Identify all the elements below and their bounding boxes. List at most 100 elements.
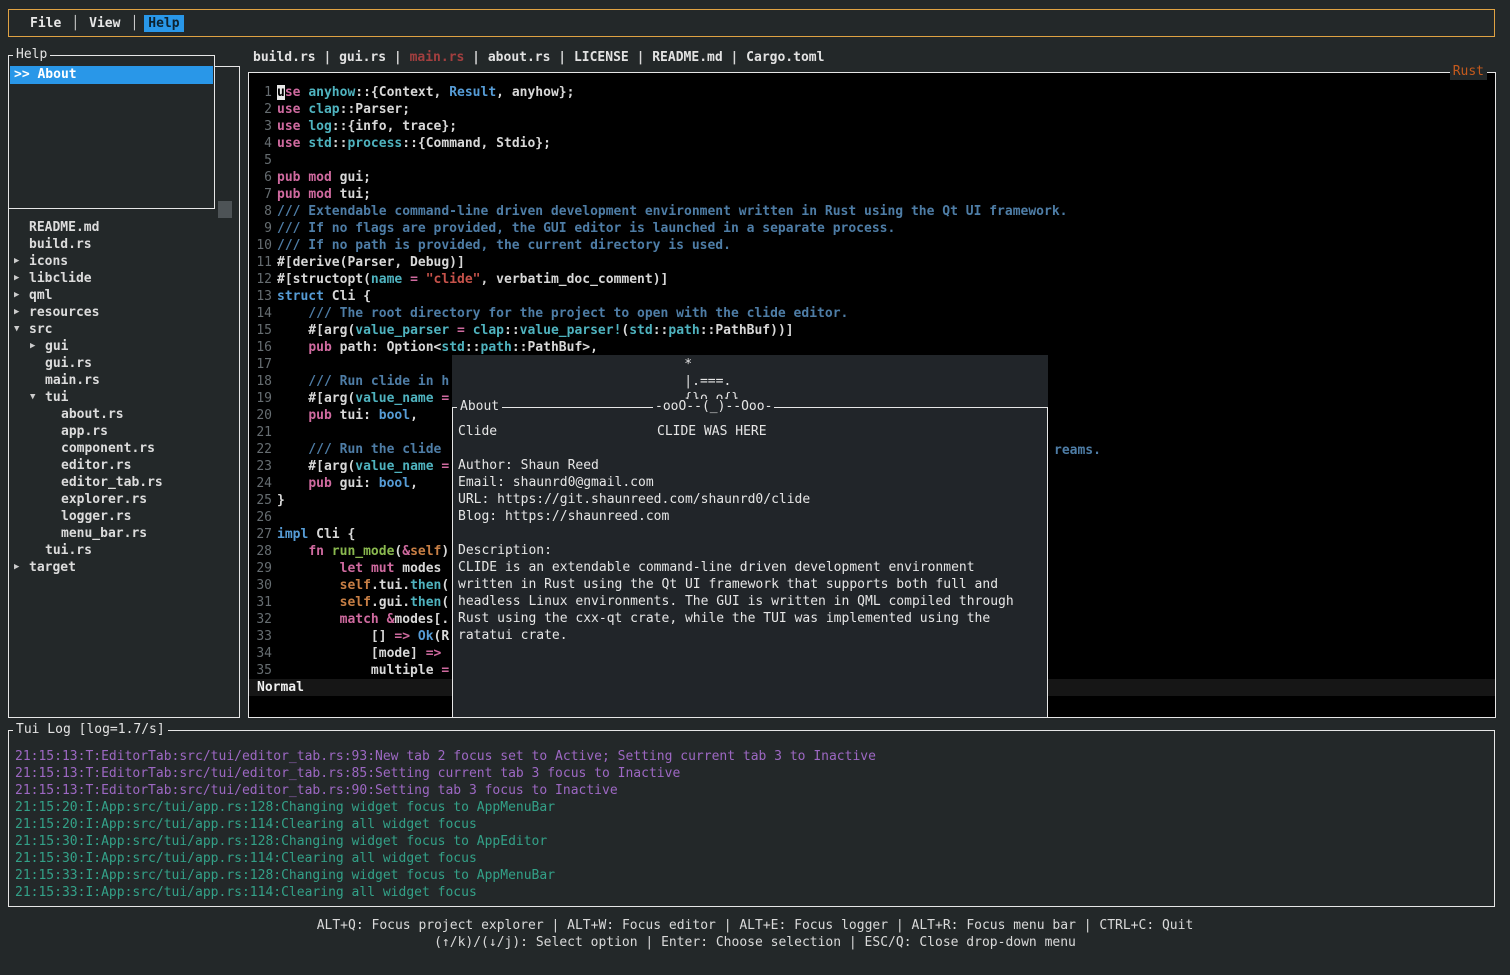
tree-item-menu-bar-rs[interactable]: menu_bar.rs	[9, 525, 239, 542]
line-number: 8	[255, 203, 272, 220]
tree-item-label: app.rs	[61, 423, 108, 440]
log-panel: Tui Log [log=1.7/s] 21:15:13:T:EditorTab…	[8, 730, 1495, 907]
code-line-1[interactable]: 1 use anyhow::{Context, Result, anyhow};	[255, 84, 1494, 101]
tab-about-rs[interactable]: about.rs	[488, 50, 551, 65]
tree-item-logger-rs[interactable]: logger.rs	[9, 508, 239, 525]
tree-item-gui[interactable]: ▶gui	[9, 338, 239, 355]
menu-item-file[interactable]: File	[26, 15, 65, 32]
code-line-14[interactable]: 14 /// The root directory for the projec…	[255, 305, 1494, 322]
popup-info-line: Author: Shaun Reed	[458, 457, 1044, 474]
popup-tagline: CLIDE WAS HERE	[657, 423, 767, 440]
code-text: pub path: Option<std::path::PathBuf>,	[277, 340, 598, 355]
log-entry: 21:15:33:I:App:src/tui/app.rs:114:Cleari…	[15, 884, 1492, 901]
line-number: 2	[255, 101, 272, 118]
selection-marker-icon: >>	[14, 67, 37, 82]
code-text: #[structopt(name = "clide", verbatim_doc…	[277, 272, 668, 287]
code-line-3[interactable]: 3use log::{info, trace};	[255, 118, 1494, 135]
code-line-2[interactable]: 2use clap::Parser;	[255, 101, 1494, 118]
log-entry: 21:15:20:I:App:src/tui/app.rs:114:Cleari…	[15, 816, 1492, 833]
log-entries: 21:15:13:T:EditorTab:src/tui/editor_tab.…	[15, 748, 1492, 901]
tree-item-label: tui.rs	[45, 542, 92, 559]
chevron-right-icon: ▶	[14, 253, 19, 270]
tree-item-label: src	[29, 321, 52, 338]
tree-item-libclide[interactable]: ▶libclide	[9, 270, 239, 287]
tree-item-editor-tab-rs[interactable]: editor_tab.rs	[9, 474, 239, 491]
line-number: 9	[255, 220, 272, 237]
line-number: 28	[255, 543, 272, 560]
code-line-11[interactable]: 11#[derive(Parser, Debug)]	[255, 254, 1494, 271]
popup-info-text: Author: Shaun ReedEmail: shaunrd0@gmail.…	[458, 440, 1044, 644]
tree-item-label: explorer.rs	[61, 491, 147, 508]
code-text: use log::{info, trace};	[277, 119, 457, 134]
tab-main-rs[interactable]: main.rs	[410, 50, 465, 65]
tree-item-app-rs[interactable]: app.rs	[9, 423, 239, 440]
code-line-7[interactable]: 7pub mod tui;	[255, 186, 1494, 203]
code-line-13[interactable]: 13struct Cli {	[255, 288, 1494, 305]
tab-separator: |	[629, 50, 652, 65]
tab-gui-rs[interactable]: gui.rs	[339, 50, 386, 65]
tree-item-editor-rs[interactable]: editor.rs	[9, 457, 239, 474]
tree-item-target[interactable]: ▶ target	[9, 559, 239, 576]
log-panel-title: Tui Log [log=1.7/s]	[13, 722, 168, 738]
editor-tabs: build.rs | gui.rs | main.rs | about.rs |…	[253, 49, 824, 66]
language-badge: Rust	[1450, 64, 1487, 80]
tree-item-about-rs[interactable]: about.rs	[9, 406, 239, 423]
chevron-right-icon: ▶	[30, 338, 35, 355]
code-line-15[interactable]: 15 #[arg(value_parser = clap::value_pars…	[255, 322, 1494, 339]
popup-info-line: Blog: https://shaunreed.com	[458, 508, 1044, 525]
menu-item-help[interactable]: Help	[144, 15, 183, 32]
line-number: 16	[255, 339, 272, 356]
tree-item-main-rs[interactable]: main.rs	[9, 372, 239, 389]
tab-readme-md[interactable]: README.md	[652, 50, 722, 65]
code-text: self.tui.then(	[277, 578, 449, 593]
code-line-12[interactable]: 12#[structopt(name = "clide", verbatim_d…	[255, 271, 1494, 288]
tree-item-resources[interactable]: ▶resources	[9, 304, 239, 321]
tree-item-readme-md[interactable]: README.md	[9, 219, 239, 236]
code-text: match &modes[.	[277, 612, 449, 627]
code-text: multiple =	[277, 663, 449, 678]
code-line-4[interactable]: 4use std::process::{Command, Stdio};	[255, 135, 1494, 152]
code-text: pub mod gui;	[277, 170, 371, 185]
code-text: pub tui: bool,	[277, 408, 418, 423]
line-number: 33	[255, 628, 272, 645]
menu-item-view[interactable]: View	[85, 15, 124, 32]
tab-license[interactable]: LICENSE	[574, 50, 629, 65]
tree-item-src[interactable]: ▼src	[9, 321, 239, 338]
tab-cargo-toml[interactable]: Cargo.toml	[746, 50, 824, 65]
code-line-5[interactable]: 5	[255, 152, 1494, 169]
tree-item-explorer-rs[interactable]: explorer.rs	[9, 491, 239, 508]
code-text: impl Cli {	[277, 527, 355, 542]
code-line-9[interactable]: 9/// If no flags are provided, the GUI e…	[255, 220, 1494, 237]
line-number: 20	[255, 407, 272, 424]
tree-item-label: build.rs	[29, 236, 92, 253]
code-line-22-tail: reams.	[1054, 442, 1101, 459]
scrollbar-thumb[interactable]	[218, 201, 232, 218]
tree-item-qml[interactable]: ▶qml	[9, 287, 239, 304]
line-number: 6	[255, 169, 272, 186]
tree-item-component-rs[interactable]: component.rs	[9, 440, 239, 457]
popup-info-line: URL: https://git.shaunreed.com/shaunrd0/…	[458, 491, 1044, 508]
line-number: 7	[255, 186, 272, 203]
tree-item-icons[interactable]: ▶icons	[9, 253, 239, 270]
code-line-8[interactable]: 8/// Extendable command-line driven deve…	[255, 203, 1494, 220]
tree-item-tui[interactable]: ▼tui	[9, 389, 239, 406]
tree-item-label: qml	[29, 287, 52, 304]
tree-item-label: gui.rs	[45, 355, 92, 372]
tree-item-build-rs[interactable]: build.rs	[9, 236, 239, 253]
chevron-right-icon: ▶	[14, 559, 19, 576]
text-cursor: u	[277, 85, 285, 100]
code-line-16[interactable]: 16 pub path: Option<std::path::PathBuf>,	[255, 339, 1494, 356]
tree-item-gui-rs[interactable]: gui.rs	[9, 355, 239, 372]
line-number: 32	[255, 611, 272, 628]
line-number: 34	[255, 645, 272, 662]
log-entry: 21:15:20:I:App:src/tui/app.rs:128:Changi…	[15, 799, 1492, 816]
code-line-10[interactable]: 10/// If no path is provided, the curren…	[255, 237, 1494, 254]
line-number: 1	[255, 84, 272, 101]
code-text: use anyhow::{Context, Result, anyhow};	[277, 85, 574, 100]
tab-build-rs[interactable]: build.rs	[253, 50, 316, 65]
dropdown-item-about[interactable]: >> About	[10, 66, 213, 84]
tree-item-label: target	[29, 559, 76, 576]
tree-item-tui-rs[interactable]: tui.rs	[9, 542, 239, 559]
line-number: 24	[255, 475, 272, 492]
code-line-6[interactable]: 6 pub mod gui;	[255, 169, 1494, 186]
